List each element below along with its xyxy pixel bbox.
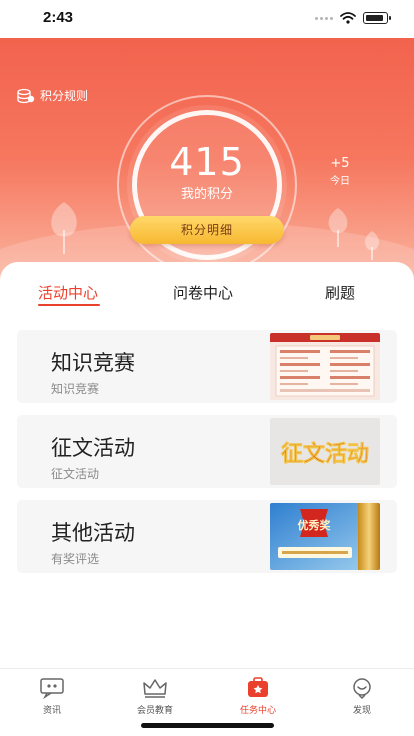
essay-thumbnail-text: 征文活动 [281,441,369,467]
tab-survey-center[interactable]: 问卷中心 [173,282,233,303]
tab-bar: 活动中心 问卷中心 刷题 [0,282,414,306]
task-center-icon [248,677,268,697]
tree-small-decoration [364,231,380,260]
card-title: 征文活动 [51,436,135,460]
nav-label: 会员教育 [136,706,173,716]
battery-icon [363,12,391,24]
nav-item-task-center[interactable]: 任务中心 [223,677,293,716]
nav-item-news[interactable]: 资讯 [17,677,87,716]
award-thumbnail-text: 优秀奖 [298,518,332,532]
card-subtitle: 知识竞赛 [51,382,100,396]
tree-right-decoration [328,208,348,247]
status-indicators [315,12,391,24]
active-tab-indicator [38,304,100,306]
news-icon [40,678,64,699]
nav-label: 资讯 [42,706,61,716]
card-title: 知识竞赛 [51,351,135,375]
home-indicator[interactable] [141,723,274,728]
nav-label: 任务中心 [239,706,276,716]
nav-label: 发现 [352,706,371,716]
status-time: 2:43 [43,9,74,26]
points-header: 积分规则 415 我的积分 +5 今日 积分明细 [0,0,414,290]
today-points-label: 今日 [330,176,350,187]
nav-item-discover[interactable]: 发现 [327,677,397,716]
award-thumbnail: 优秀奖 [270,503,380,570]
today-points-delta: +5 [330,156,350,171]
signal-dots-icon [315,16,333,20]
crown-icon [143,679,167,698]
activity-card-knowledge-contest[interactable]: 知识竞赛 知识竞赛 [17,330,397,403]
tree-left-decoration [51,202,77,254]
wifi-icon [340,12,356,24]
activity-card-other[interactable]: 其他活动 有奖评选 优秀奖 [17,500,397,573]
tab-practice[interactable]: 刷题 [325,282,355,303]
points-rules-link[interactable]: 积分规则 [17,87,88,104]
activity-card-essay[interactable]: 征文活动 征文活动 征文活动 [17,415,397,488]
coins-icon [17,88,35,103]
card-title: 其他活动 [51,521,135,545]
points-rules-label: 积分规则 [40,89,89,103]
card-subtitle: 有奖评选 [51,552,100,566]
tab-activity-center[interactable]: 活动中心 [38,282,98,303]
essay-thumbnail: 征文活动 [270,418,380,485]
points-detail-button[interactable]: 积分明细 [130,216,284,244]
nav-item-member-education[interactable]: 会员教育 [120,677,190,716]
discover-icon [353,678,371,699]
points-score-label: 我的积分 [180,187,233,202]
knowledge-contest-thumbnail [270,333,380,400]
card-subtitle: 征文活动 [51,467,100,481]
status-bar: 2:43 [0,0,414,38]
points-score: 415 [169,140,245,184]
